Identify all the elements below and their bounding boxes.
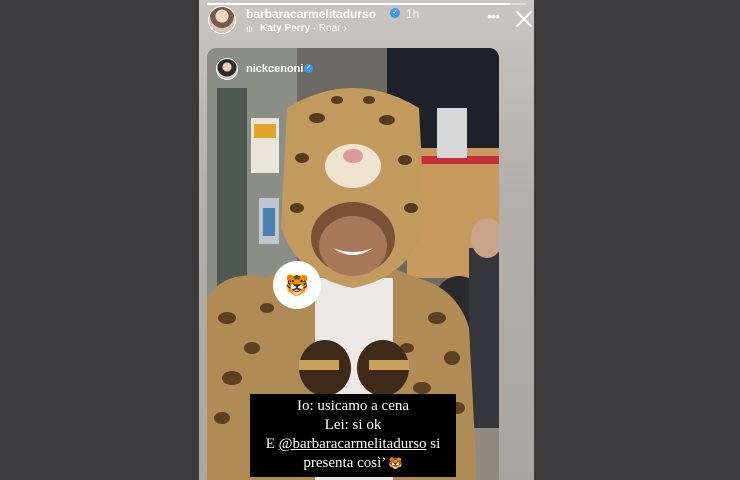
- story-time: 1h: [406, 7, 420, 21]
- right-backdrop: [534, 0, 740, 480]
- repost-username[interactable]: nickcenoni: [246, 63, 303, 75]
- story-music[interactable]: Katy Perry · Roar ›: [260, 23, 347, 34]
- verified-badge-icon: ✓: [304, 64, 313, 73]
- mention-link[interactable]: @barbaracarmelitadurso: [279, 436, 427, 452]
- music-song: Roar: [318, 23, 341, 34]
- reposted-photo[interactable]: nickcenoni ✓ 🐯 Io: usicamo a cena Lei: s…: [207, 48, 499, 480]
- music-artist: Katy Perry: [260, 23, 311, 34]
- caption-line: E @barbaracarmelitadurso si: [254, 435, 452, 454]
- story-viewer[interactable]: barbaracarmelitadurso ✓ 1h ılı Katy Perr…: [199, 0, 534, 480]
- tiger-face-icon: 🐯: [388, 457, 403, 470]
- chevron-right-icon: ›: [343, 23, 347, 34]
- tiger-face-icon[interactable]: 🐯: [273, 261, 321, 309]
- story-progress-bar: [207, 3, 526, 5]
- caption-line: Io: usicamo a cena: [296, 398, 410, 414]
- caption-text: presenta così’: [303, 455, 386, 471]
- caption-text-box: Io: usicamo a cena Lei: si ok E @barbara…: [250, 394, 456, 477]
- music-wave-icon: ılı: [246, 24, 254, 34]
- caption-prefix: E: [265, 436, 279, 452]
- avatar[interactable]: [208, 6, 236, 34]
- close-icon[interactable]: [514, 9, 534, 29]
- caption-line: presenta così’ 🐯: [254, 454, 452, 473]
- music-separator: ·: [310, 23, 319, 34]
- left-backdrop: [0, 0, 199, 480]
- story-username[interactable]: barbaracarmelitadurso: [246, 7, 376, 21]
- caption-suffix: si: [426, 436, 441, 452]
- verified-badge-icon: ✓: [390, 8, 400, 18]
- more-options-icon[interactable]: •••: [485, 9, 501, 26]
- story-progress-fill: [207, 3, 511, 5]
- caption-line: Lei: si ok: [324, 417, 382, 433]
- repost-avatar[interactable]: [216, 58, 238, 80]
- story-header: barbaracarmelitadurso ✓ 1h ılı Katy Perr…: [208, 6, 532, 38]
